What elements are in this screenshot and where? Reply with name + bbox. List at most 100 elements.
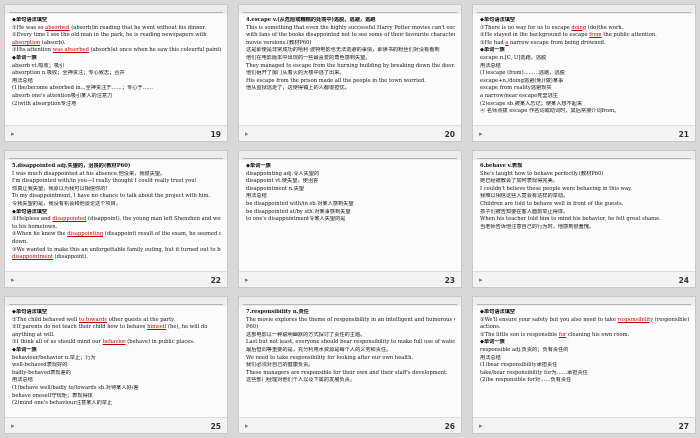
slide-page-number: 26	[444, 422, 455, 431]
slide-text-line: escape+n./doing逃避(免)(做)某事	[480, 77, 564, 84]
slide-thumbnail-grid: ◆单句语法填空 ①He was so absorbed (absorb)in re…	[0, 0, 700, 438]
slide-text-line: 5.disappointed adj.失望的，沮丧的(教材P60)	[12, 163, 131, 169]
slide-body: ◆单句语法填空 ①We'll ensure your safety but you…	[480, 309, 689, 415]
slide-text-line: disappoint vt.使失望，使沮丧	[246, 178, 319, 185]
speaker-icon[interactable]: ▸	[245, 276, 253, 284]
slide-text-line: take/bear responsibility for为……承担责任	[480, 369, 588, 376]
answer-blank: disappointing	[67, 231, 104, 238]
slide-text-line: ②Every time I see the old man in the par…	[12, 32, 207, 39]
slide-thumbnail-22[interactable]: 5.disappointed adj.失望的，沮丧的(教材P60) I was …	[4, 150, 228, 288]
slide-body: 4.escape v.(从危险或糟糕的处境中)逃脱，逃避，逃跑 This is …	[246, 17, 455, 123]
slide-text-line: 用法总结	[12, 77, 33, 84]
slide-footer: ▸ 24	[473, 271, 695, 287]
slide-page-number: 21	[678, 130, 689, 139]
slide-header-bar	[5, 297, 227, 306]
slide-text-line: Last but not least, everyone should bear…	[246, 339, 455, 346]
slide-text-line: behaviour/behavior n.举止；行为	[12, 354, 96, 361]
slide-text-line: His escape from the prison made all the …	[246, 77, 426, 84]
slide-text-line: 这部电影以一种聪明幽默的方式探讨了责任的主题。	[246, 331, 366, 338]
speaker-icon[interactable]: ▸	[11, 422, 19, 430]
slide-text-line: She's taught how to behave perfectly.(教材…	[480, 170, 604, 177]
slide-text-line: 他们在电影版本中出现的一些最喜爱的角色感到失望。	[246, 54, 371, 61]
slide-text-line: (2)mind one's behaviour注意某人的举止	[12, 400, 113, 407]
slide-text-line: a narrow/near escape死里逃生	[480, 92, 558, 99]
slide-text-line: down.	[12, 238, 28, 245]
answer-blank: from	[589, 32, 602, 39]
answer-blank: for	[558, 331, 567, 338]
slide-header-bar	[473, 151, 695, 160]
slide-text-line: ①He was so absorbed (absorb)in reading t…	[12, 24, 207, 31]
slide-text-line: ◆单词一族	[480, 339, 505, 346]
slide-text-line: ②When he knew the disappointing (disappo…	[12, 231, 221, 238]
slide-text-line: anything at will.	[12, 331, 55, 338]
slide-text-line: absorption (absorb).	[12, 39, 66, 46]
slide-text-line: 这是即使是非常成功的哈利·波特电影也无法逃避的事情，即读书的粉丝们对没有看到	[246, 47, 440, 54]
slide-text-line: ◆单词一族	[480, 47, 505, 54]
slide-text-line: 我们必须对自己的健康负责。	[246, 362, 314, 369]
slide-text-line: ②If parents do not teach their child how…	[12, 324, 208, 331]
slide-thumbnail-23[interactable]: ◆单词一族 disappointing adj.令人失望的 disappoint v…	[238, 150, 462, 288]
slide-body: ◆单词一族 disappointing adj.令人失望的 disappoint v…	[246, 163, 455, 269]
slide-page-number: 20	[444, 130, 455, 139]
slide-thumbnail-20[interactable]: 4.escape v.(从危险或糟糕的处境中)逃脱，逃避，逃跑 This is …	[238, 4, 462, 142]
speaker-icon[interactable]: ▸	[479, 422, 487, 430]
slide-body: ◆单句语法填空 ①The child behaved well to toward…	[12, 309, 221, 415]
speaker-icon[interactable]: ▸	[11, 276, 19, 284]
slide-text-line: 他们砸开了房门从着火的大楼中逃了出来。	[246, 70, 345, 77]
slide-text-line: disappointment (disappoint).	[12, 254, 88, 261]
speaker-icon[interactable]: ▸	[245, 130, 253, 138]
slide-text-line: absorb one's attention吸引某人的注意力	[12, 92, 113, 99]
speaker-icon[interactable]: ▸	[245, 422, 253, 430]
slide-text-line: (1)bear responsibility承担责任	[480, 362, 558, 369]
slide-text-line: badly-behaved表现差的	[12, 369, 71, 376]
slide-page-number: 27	[678, 422, 689, 431]
speaker-icon[interactable]: ▸	[479, 276, 487, 284]
slide-text-line: ③His attention was absorbed (absorb)at o…	[12, 47, 221, 54]
slide-body: 5.disappointed adj.失望的，沮丧的(教材P60) I was …	[12, 163, 221, 269]
slide-text-line: ◆单句语法填空	[12, 208, 48, 215]
slide-thumbnail-24[interactable]: 6.behave v.表现 She's taught how to behave…	[472, 150, 696, 288]
slide-footer: ▸ 22	[5, 271, 227, 287]
slide-text-line: (1)behave well/badly to/towards sb.对待某人好…	[12, 384, 139, 391]
speaker-icon[interactable]: ▸	[11, 130, 19, 138]
slide-header-bar	[473, 5, 695, 14]
slide-text-line: Children are told to behave well in fron…	[480, 200, 624, 207]
slide-text-line: ②He stayed in the background to escape f…	[480, 32, 657, 39]
slide-text-line: with fans of the books disappointed not …	[246, 32, 455, 39]
slide-header-bar	[5, 5, 227, 14]
slide-text-line: I was much disappointed at his absence.他…	[12, 170, 166, 177]
slide-text-line: to one's disappointment令某人失望的是	[246, 216, 346, 223]
slide-thumbnail-26[interactable]: 7.responsibility n.责任 The movie explores…	[238, 296, 462, 434]
answer-blank: himself	[147, 324, 167, 331]
slide-text-line: ◆单词一族	[12, 54, 37, 61]
slide-text-line: (2)escape sb.被某人忘记；使某人想不起来	[480, 100, 583, 107]
slide-text-line: to his hometown.	[12, 223, 58, 230]
slide-thumbnail-21[interactable]: ◆单句语法填空 ①There is no way for us to escape…	[472, 4, 696, 142]
slide-text-line: ②The little son is responsible for clean…	[480, 331, 630, 338]
slide-text-line: 4.escape v.(从危险或糟糕的处境中)逃脱，逃避，逃跑	[246, 17, 376, 23]
slide-text-line: They managed to escape from the burning …	[246, 62, 455, 69]
slide-text-line: 他从监狱逃走了，这使得镇上的人都很担忧。	[246, 85, 350, 92]
slide-footer: ▸ 23	[239, 271, 461, 287]
slide-text-line: ◆单句语法填空	[480, 309, 516, 315]
slide-text-line: I'm disappointed with/in you—I really th…	[12, 178, 197, 185]
speaker-icon[interactable]: ▸	[479, 130, 487, 138]
slide-text-line: ④ 名师点拨 escape 作名词或动词时，其后常接介词from。	[480, 108, 620, 115]
slide-text-line: disappointing adj.令人失望的	[246, 170, 320, 177]
slide-text-line: I couldn't believe these people were beh…	[480, 185, 632, 192]
slide-text-line: 她已经被教会了如何表现得完美。	[480, 178, 558, 185]
slide-thumbnail-25[interactable]: ◆单句语法填空 ①The child behaved well to toward…	[4, 296, 228, 434]
slide-footer: ▸ 19	[5, 125, 227, 141]
slide-text-line: 用法总结	[246, 193, 267, 200]
slide-text-line: ③We wanted to make this an unforgettable…	[12, 246, 221, 253]
slide-header-bar	[5, 151, 227, 160]
slide-thumbnail-27[interactable]: ◆单句语法填空 ①We'll ensure your safety but you…	[472, 296, 696, 434]
slide-text-line: 我难以相信这些人竟会有这样的举动。	[480, 193, 569, 200]
slide-thumbnail-19[interactable]: ◆单句语法填空 ①He was so absorbed (absorb)in re…	[4, 4, 228, 142]
slide-text-line: P60)	[246, 324, 259, 331]
answer-blank: responsibility	[617, 316, 654, 323]
slide-header-bar	[239, 151, 461, 160]
slide-page-number: 19	[210, 130, 221, 139]
slide-text-line: ①The child behaved well to towards other…	[12, 316, 176, 323]
slide-text-line: be disappointed at/by sth.对某事感到失望	[246, 208, 351, 215]
